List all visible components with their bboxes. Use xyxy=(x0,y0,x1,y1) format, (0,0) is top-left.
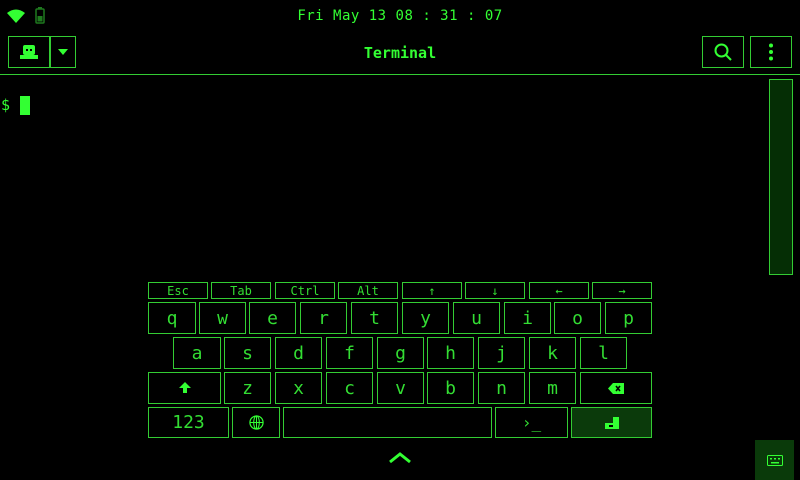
keyboard-icon xyxy=(766,454,783,466)
text-cursor xyxy=(20,96,30,115)
key-y[interactable]: y xyxy=(402,302,449,334)
key-z[interactable]: z xyxy=(224,372,271,404)
key-g[interactable]: g xyxy=(377,337,424,369)
key-numbers[interactable]: 123 xyxy=(148,407,229,438)
key-j[interactable]: j xyxy=(478,337,525,369)
scrollbar[interactable] xyxy=(769,79,793,275)
page-title: Terminal xyxy=(363,44,437,62)
search-icon xyxy=(714,43,732,61)
key-l[interactable]: l xyxy=(580,337,627,369)
key-ctrl[interactable]: Ctrl xyxy=(275,282,335,299)
search-button[interactable] xyxy=(702,36,744,68)
key-c[interactable]: c xyxy=(326,372,373,404)
key-v[interactable]: v xyxy=(377,372,424,404)
chevron-up-icon[interactable] xyxy=(388,451,412,465)
key-u[interactable]: u xyxy=(453,302,500,334)
key-x[interactable]: x xyxy=(275,372,322,404)
key-tab[interactable]: Tab xyxy=(211,282,271,299)
key-e[interactable]: e xyxy=(249,302,296,334)
key-backspace[interactable] xyxy=(580,372,652,404)
key-n[interactable]: n xyxy=(478,372,525,404)
key-shift[interactable] xyxy=(148,372,221,404)
key-esc[interactable]: Esc xyxy=(148,282,208,299)
key-o[interactable]: o xyxy=(554,302,601,334)
key-i[interactable]: i xyxy=(504,302,551,334)
clock: Fri May 13 08 : 31 : 07 xyxy=(297,8,503,24)
shift-icon xyxy=(178,382,191,393)
title-bar: Terminal xyxy=(0,34,800,75)
shell-prompt: $ xyxy=(1,96,11,114)
overflow-menu-button[interactable] xyxy=(750,36,792,68)
key-p[interactable]: p xyxy=(605,302,652,334)
key-arrow-up[interactable]: ↑ xyxy=(402,282,462,299)
key-b[interactable]: b xyxy=(427,372,474,404)
key-d[interactable]: d xyxy=(275,337,322,369)
keyboard-toggle-button[interactable] xyxy=(755,440,794,480)
key-t[interactable]: t xyxy=(351,302,398,334)
more-vert-icon xyxy=(769,43,773,61)
globe-icon xyxy=(248,415,264,430)
key-alt[interactable]: Alt xyxy=(338,282,398,299)
backspace-icon xyxy=(608,382,624,394)
key-arrow-right[interactable]: → xyxy=(592,282,652,299)
status-bar: Fri May 13 08 : 31 : 07 xyxy=(0,0,800,34)
key-f[interactable]: f xyxy=(326,337,373,369)
key-h[interactable]: h xyxy=(427,337,474,369)
enter-icon xyxy=(604,416,619,429)
key-arrow-left[interactable]: ← xyxy=(529,282,589,299)
key-r[interactable]: r xyxy=(300,302,347,334)
key-s[interactable]: s xyxy=(224,337,271,369)
key-m[interactable]: m xyxy=(529,372,576,404)
key-a[interactable]: a xyxy=(173,337,221,369)
key-enter[interactable] xyxy=(571,407,652,438)
key-w[interactable]: w xyxy=(199,302,246,334)
key-terminal[interactable]: ›_ xyxy=(495,407,568,438)
key-k[interactable]: k xyxy=(529,337,576,369)
key-space[interactable] xyxy=(283,407,492,438)
key-q[interactable]: q xyxy=(148,302,196,334)
key-arrow-down[interactable]: ↓ xyxy=(465,282,525,299)
key-language[interactable] xyxy=(232,407,280,438)
